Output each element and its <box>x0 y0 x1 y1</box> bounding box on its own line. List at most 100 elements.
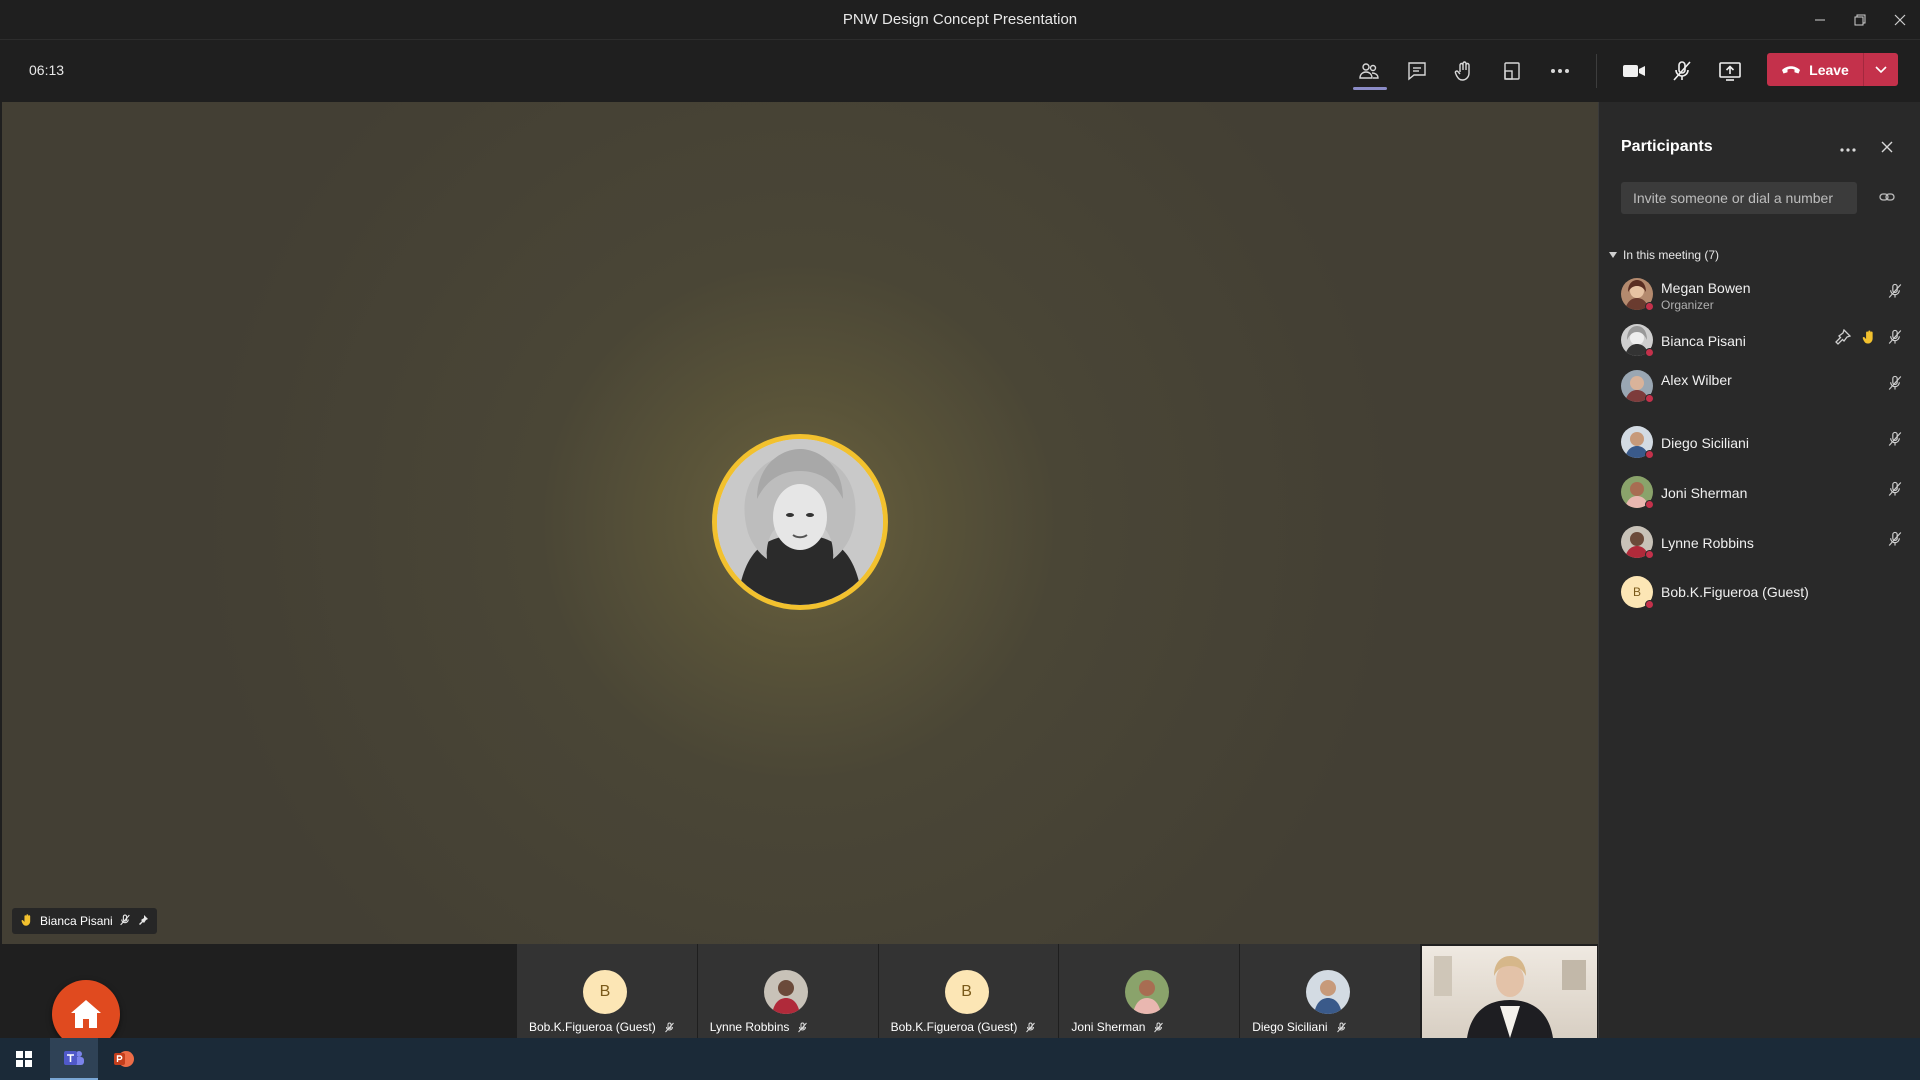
participant-name: Joni Sherman <box>1661 485 1748 501</box>
windows-logo-icon <box>16 1051 32 1067</box>
leave-button-group: Leave <box>1767 53 1898 86</box>
tile-name: Diego Siciliani <box>1252 1020 1328 1034</box>
mic-off-icon <box>1887 481 1903 502</box>
video-tile[interactable]: Joni Sherman <box>1059 944 1240 1038</box>
tile-name: Bob.K.Figueroa (Guest) <box>890 1020 1018 1034</box>
camera-toggle-button[interactable] <box>1614 52 1654 90</box>
active-indicator <box>1353 87 1387 90</box>
mic-toggle-button[interactable] <box>1662 52 1702 90</box>
panel-title: Participants <box>1621 138 1713 155</box>
chevron-down-icon <box>1609 252 1617 258</box>
restore-button[interactable] <box>1840 0 1880 40</box>
avatar <box>763 970 808 1014</box>
mic-off-icon <box>1887 375 1903 396</box>
participant-name: Alex Wilber <box>1661 372 1732 388</box>
mic-off-icon <box>1887 283 1903 304</box>
minimize-button[interactable] <box>1800 0 1840 40</box>
tile-name: Lynne Robbins <box>709 1020 790 1034</box>
leave-options-button[interactable] <box>1864 53 1898 86</box>
participant-row[interactable]: Alex Wilber <box>1599 364 1920 410</box>
participants-panel: Participants In this meeting (7) Megan B… <box>1598 102 1920 1038</box>
pin-icon[interactable] <box>1835 328 1852 350</box>
mic-off-icon <box>1887 431 1903 452</box>
share-tray-icon <box>1504 62 1520 80</box>
os-taskbar <box>0 1038 1920 1080</box>
mic-off-icon <box>1887 329 1903 350</box>
more-icon <box>1551 69 1569 73</box>
mic-off-icon <box>1154 1022 1164 1032</box>
participant-row[interactable]: Megan Bowen Organizer <box>1599 272 1920 318</box>
raise-hand-icon <box>1861 329 1877 350</box>
mic-off-icon <box>1673 61 1691 81</box>
raise-hand-icon <box>1454 61 1470 81</box>
close-window-button[interactable] <box>1880 0 1920 40</box>
phone-hangup-icon <box>1782 65 1801 73</box>
share-screen-button[interactable] <box>1710 52 1750 90</box>
teams-icon <box>64 1051 84 1065</box>
avatar <box>1125 970 1170 1014</box>
title-bar: PNW Design Concept Presentation <box>0 0 1920 40</box>
powerpoint-icon <box>114 1051 134 1067</box>
participant-role: Organizer <box>1661 298 1714 312</box>
panel-more-button[interactable] <box>1839 140 1857 158</box>
mic-off-icon <box>798 1022 808 1032</box>
chevron-down-icon <box>1875 65 1887 73</box>
avatar: B <box>944 970 989 1014</box>
start-button[interactable] <box>0 1038 48 1080</box>
status-dot <box>1645 348 1654 357</box>
invite-input[interactable] <box>1621 182 1857 214</box>
section-label: In this meeting (7) <box>1623 248 1720 262</box>
share-tray-button[interactable] <box>1492 52 1532 90</box>
participant-name: Bob.K.Figueroa (Guest) <box>1661 584 1809 600</box>
mic-off-icon <box>1026 1022 1036 1032</box>
participant-name: Megan Bowen <box>1661 280 1751 296</box>
show-participants-button[interactable] <box>1349 52 1389 90</box>
home-icon <box>71 1000 101 1028</box>
toolbar-divider <box>1596 54 1597 88</box>
more-icon <box>1840 148 1856 152</box>
powerpoint-taskbar-button[interactable] <box>100 1038 148 1080</box>
video-tile[interactable]: Diego Siciliani <box>1240 944 1420 1038</box>
raise-hand-icon <box>20 913 34 930</box>
avatar: B <box>583 970 627 1014</box>
teams-taskbar-button[interactable] <box>50 1038 98 1080</box>
mic-off-icon <box>664 1022 674 1032</box>
tile-name: Bob.K.Figueroa (Guest) <box>529 1020 656 1034</box>
chat-button[interactable] <box>1397 52 1437 90</box>
video-tile[interactable]: B Bob.K.Figueroa (Guest) <box>878 944 1059 1038</box>
link-icon <box>1879 193 1895 201</box>
status-dot <box>1645 302 1654 311</box>
participant-name: Diego Siciliani <box>1661 435 1749 451</box>
panel-close-button[interactable] <box>1881 140 1893 158</box>
share-screen-icon <box>1719 62 1741 81</box>
participant-video-strip: B Bob.K.Figueroa (Guest) Lynne Robbins B… <box>517 944 1421 1038</box>
meeting-timer: 06:13 <box>29 62 65 78</box>
speaker-name: Bianca Pisani <box>40 914 113 928</box>
participant-row[interactable]: Lynne Robbins <box>1599 520 1920 566</box>
people-icon <box>1359 63 1379 79</box>
close-icon <box>1881 141 1893 153</box>
video-tile[interactable]: B Bob.K.Figueroa (Guest) <box>517 944 697 1038</box>
share-link-button[interactable] <box>1879 190 1895 208</box>
participant-name: Lynne Robbins <box>1661 535 1754 551</box>
pin-icon <box>137 914 149 929</box>
tile-name: Joni Sherman <box>1071 1020 1146 1034</box>
leave-label: Leave <box>1809 61 1849 78</box>
more-actions-button[interactable] <box>1540 52 1580 90</box>
video-tile[interactable]: Lynne Robbins <box>697 944 878 1038</box>
meeting-toolbar: 06:13 Leave <box>0 40 1920 102</box>
status-dot <box>1645 500 1654 509</box>
active-speaker-avatar[interactable] <box>712 434 888 610</box>
mic-off-icon <box>1336 1022 1346 1032</box>
meeting-section-toggle[interactable]: In this meeting (7) <box>1609 248 1719 262</box>
participant-row[interactable]: Diego Siciliani <box>1599 420 1920 466</box>
participant-row[interactable]: Bianca Pisani <box>1599 318 1920 364</box>
raise-hand-button[interactable] <box>1444 52 1484 90</box>
participant-row[interactable]: Joni Sherman <box>1599 470 1920 516</box>
leave-button[interactable]: Leave <box>1767 53 1863 86</box>
mic-off-icon <box>1887 531 1903 552</box>
self-video-preview[interactable] <box>1422 946 1597 1038</box>
camera-icon <box>1623 65 1645 77</box>
participant-row[interactable]: B Bob.K.Figueroa (Guest) <box>1599 570 1920 616</box>
speaker-name-tag: Bianca Pisani <box>12 908 157 934</box>
